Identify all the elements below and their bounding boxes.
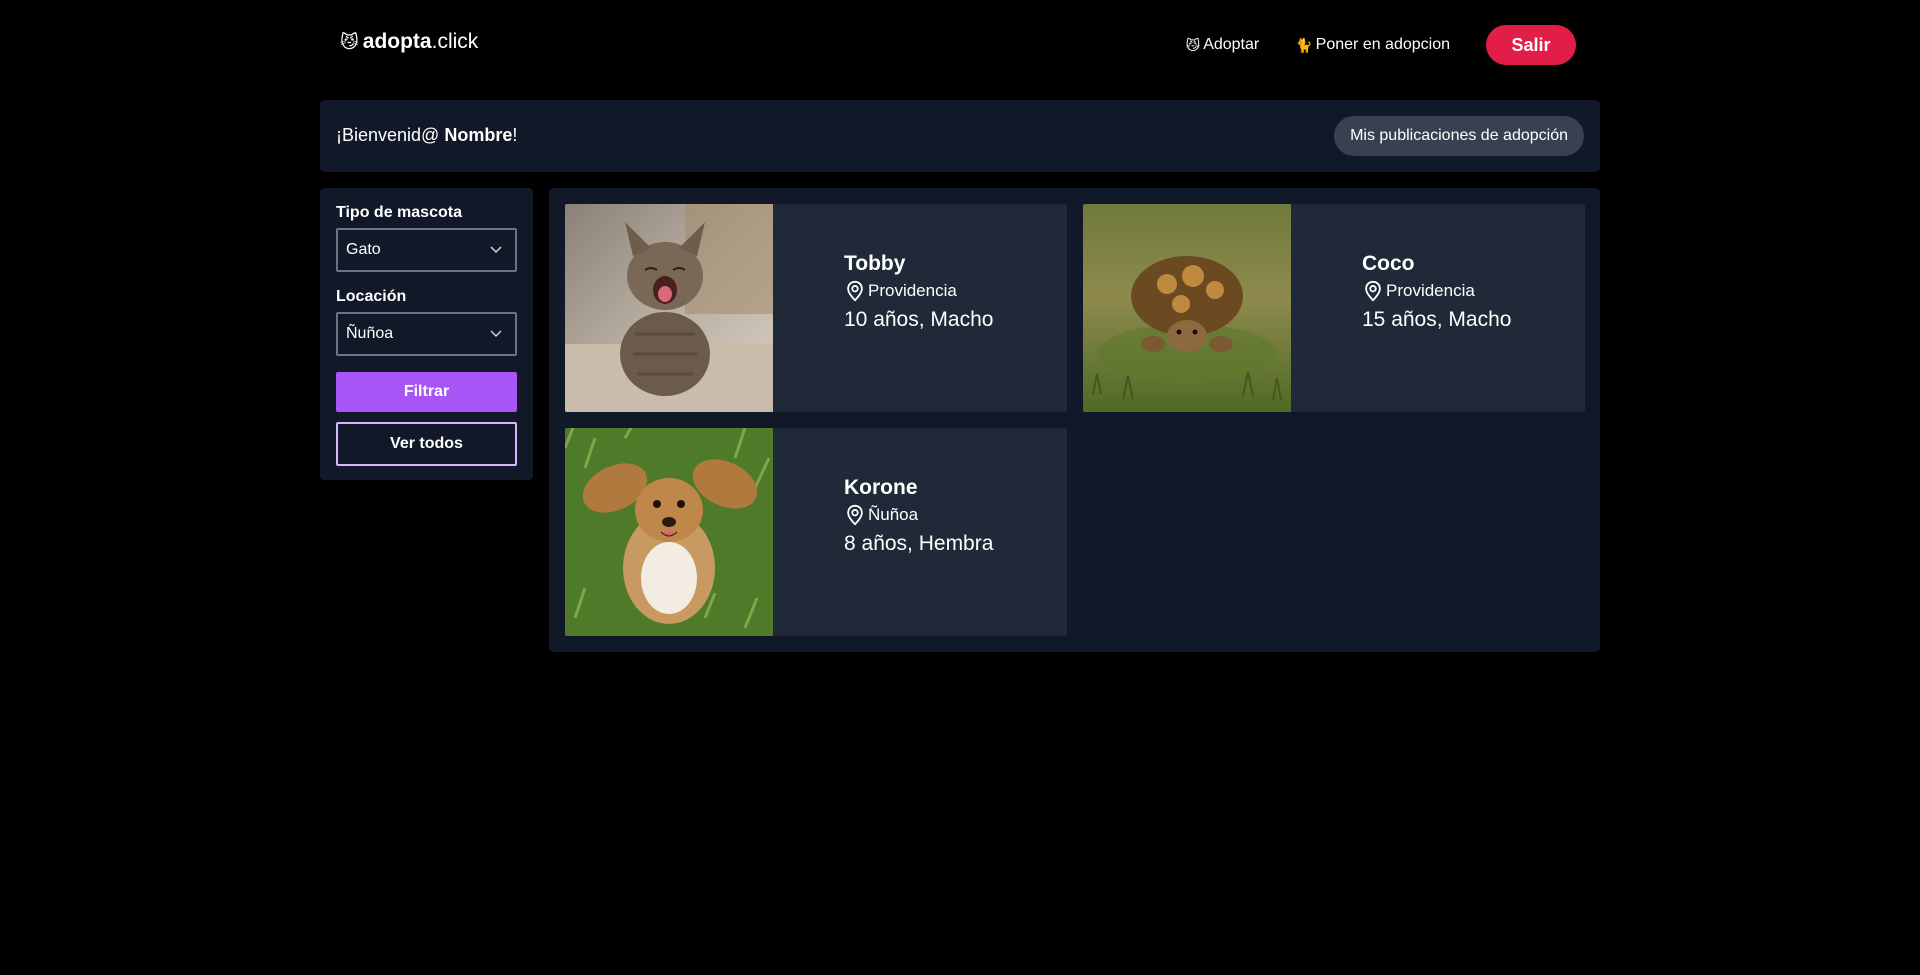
logo-tld-text: .click xyxy=(431,30,479,53)
pet-name: Coco xyxy=(1362,252,1415,275)
pet-name: Korone xyxy=(844,476,918,499)
location-label: Locación xyxy=(336,288,407,305)
my-posts-button[interactable]: Mis publicaciones de adopción xyxy=(1334,116,1584,156)
cat-emoji-icon: 😼 xyxy=(340,31,359,52)
pet-age-sex: 10 años, Macho xyxy=(844,308,994,331)
pet-grid: Tobby Providencia 10 años, Macho Coco Pr… xyxy=(549,188,1600,652)
cat-emoji-icon: 😼 xyxy=(1185,36,1201,53)
location-pin-icon xyxy=(1365,280,1381,302)
pet-age-sex: 8 años, Hembra xyxy=(844,532,994,555)
logo-bold-text: adopta xyxy=(362,30,432,53)
greeting-suffix: ! xyxy=(512,125,518,145)
pet-photo-kitten xyxy=(565,204,773,412)
pet-location: Ñuñoa xyxy=(844,504,993,526)
logout-button[interactable]: Salir xyxy=(1486,25,1576,65)
pet-type-label: Tipo de mascota xyxy=(336,204,462,221)
nav-adoptar-label: Adoptar xyxy=(1203,36,1260,53)
pet-location-text: Ñuñoa xyxy=(868,505,919,524)
top-navbar: 😼 adopta .click 😼 Adoptar 🐈 Poner en adop… xyxy=(320,0,1600,90)
pet-card-coco[interactable]: Coco Providencia 15 años, Macho xyxy=(1083,204,1585,412)
nav-poner-label: Poner en adopcion xyxy=(1315,36,1450,53)
nav-menu: 😼 Adoptar 🐈 Poner en adopcion Salir xyxy=(1186,25,1576,65)
welcome-message: ¡Bienvenid@ Nombre! xyxy=(336,125,517,146)
pet-info: Coco Providencia 15 años, Macho xyxy=(1362,252,1511,332)
greeting-text: ¡Bienvenid@ xyxy=(336,125,445,145)
filter-button[interactable]: Filtrar xyxy=(336,372,517,412)
pet-location: Providencia xyxy=(1362,280,1511,302)
location-pin-icon xyxy=(847,280,863,302)
filter-sidebar: Tipo de mascota Gato Locación Ñuñoa Filt… xyxy=(320,188,533,480)
view-all-button[interactable]: Ver todos xyxy=(336,422,517,466)
chevron-down-icon xyxy=(490,246,502,254)
pet-photo-dog xyxy=(565,428,773,636)
pet-info: Korone Ñuñoa 8 años, Hembra xyxy=(844,476,993,556)
location-value: Ñuñoa xyxy=(346,325,394,342)
pet-type-value: Gato xyxy=(346,241,381,258)
location-pin-icon xyxy=(847,504,863,526)
nav-adoptar-link[interactable]: 😼 Adoptar xyxy=(1186,36,1260,54)
site-logo[interactable]: 😼 adopta .click xyxy=(340,30,478,54)
chevron-down-icon xyxy=(490,330,502,338)
pet-type-select[interactable]: Gato xyxy=(336,228,517,272)
location-select[interactable]: Ñuñoa xyxy=(336,312,517,356)
pet-location: Providencia xyxy=(844,280,993,302)
nav-poner-en-adopcion-link[interactable]: 🐈 Poner en adopcion xyxy=(1295,36,1450,54)
user-name: Nombre xyxy=(444,125,513,145)
pet-photo-tortoise xyxy=(1083,204,1291,412)
pet-location-text: Providencia xyxy=(868,281,957,300)
pet-location-text: Providencia xyxy=(1386,281,1475,300)
pet-age-sex: 15 años, Macho xyxy=(1362,308,1512,331)
pet-card-tobby[interactable]: Tobby Providencia 10 años, Macho xyxy=(565,204,1067,412)
cat-emoji-icon: 🐈 xyxy=(1295,36,1313,53)
pet-name: Tobby xyxy=(844,252,906,275)
welcome-bar: ¡Bienvenid@ Nombre! Mis publicaciones de… xyxy=(320,100,1600,172)
pet-info: Tobby Providencia 10 años, Macho xyxy=(844,252,993,332)
pet-card-korone[interactable]: Korone Ñuñoa 8 años, Hembra xyxy=(565,428,1067,636)
